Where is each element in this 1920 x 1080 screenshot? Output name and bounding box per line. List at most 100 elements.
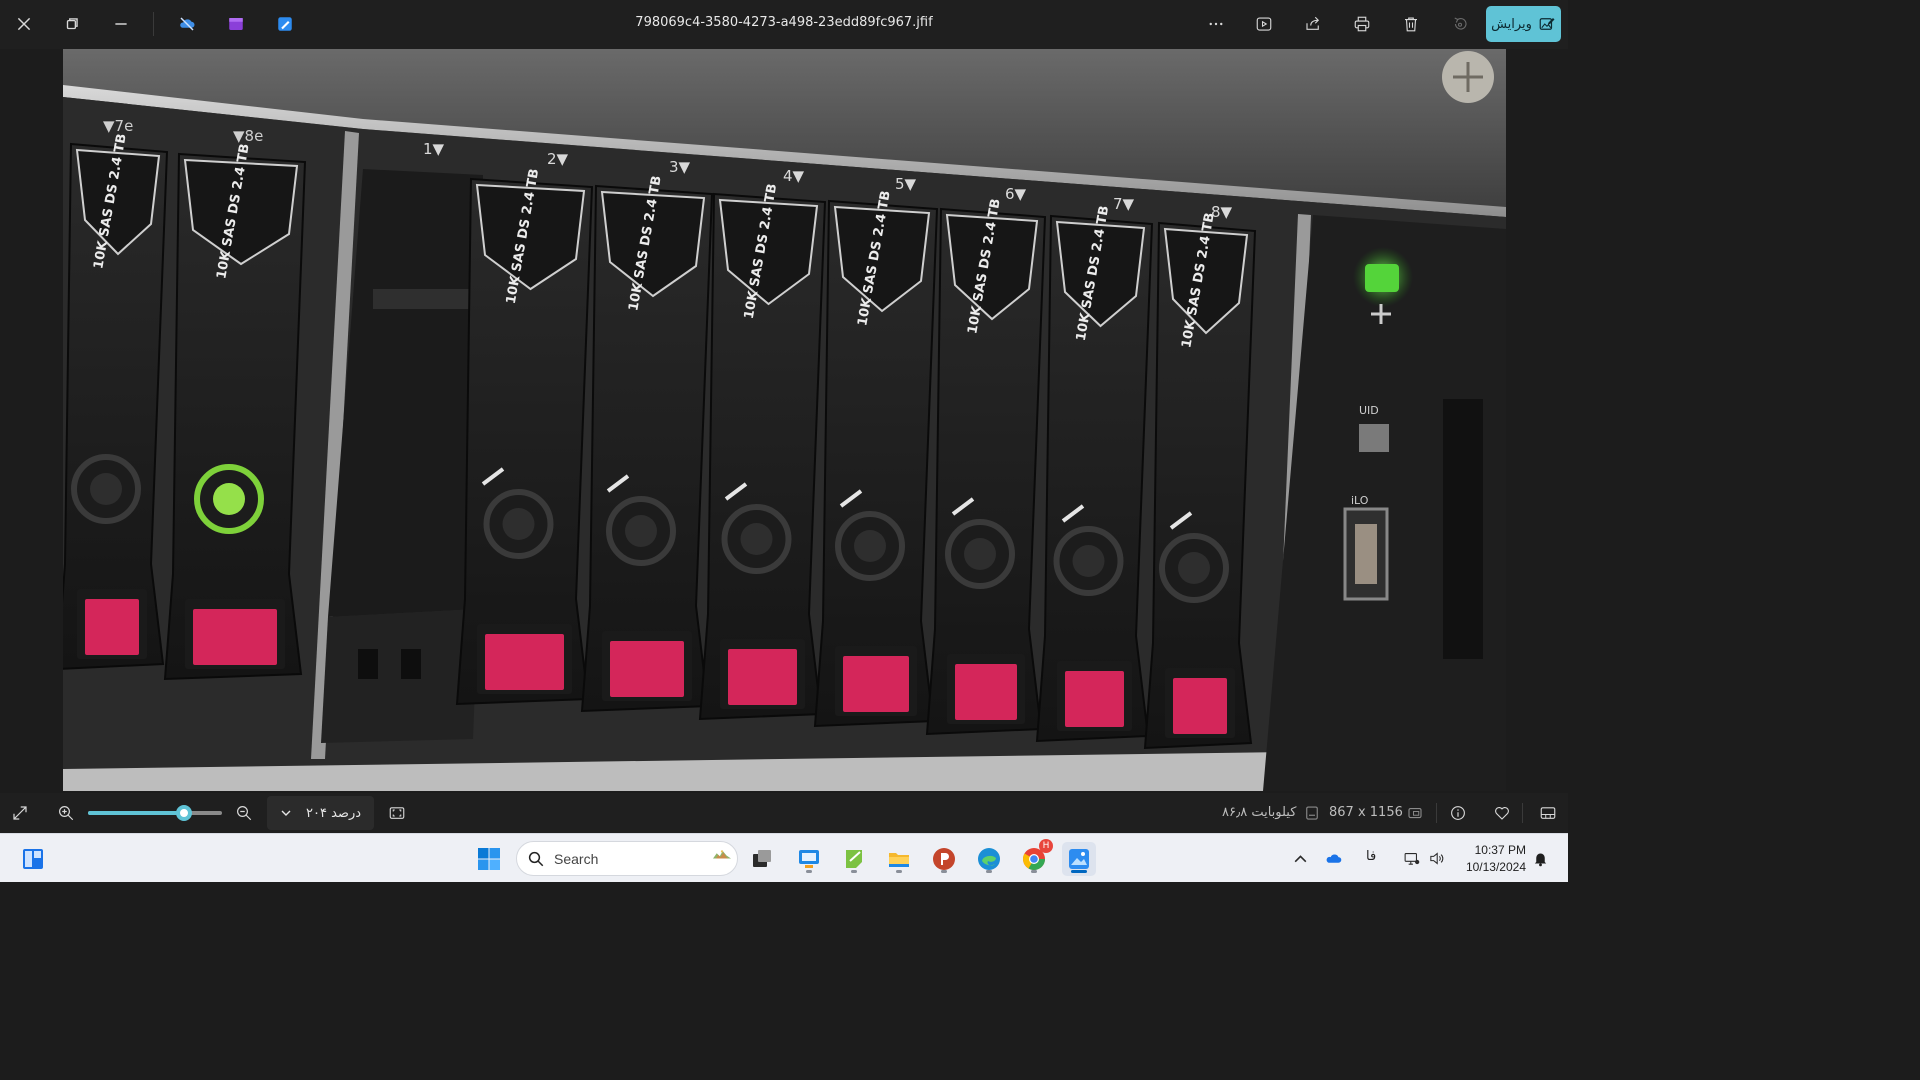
- chevron-down-icon: [281, 810, 291, 816]
- running-indicator: [941, 870, 947, 873]
- drive-release-button[interactable]: [85, 599, 139, 655]
- running-indicator: [986, 870, 992, 873]
- edge-browser-icon[interactable]: [972, 842, 1006, 876]
- bay-number-label: 1▼: [423, 140, 445, 158]
- zoom-level-dropdown[interactable]: ۲۰۴ درصد: [267, 796, 374, 830]
- edit-button-label: ویرایش: [1491, 16, 1532, 32]
- drive-release-button[interactable]: [193, 609, 277, 665]
- clock-date: 10/13/2024: [1465, 860, 1526, 874]
- minimize-icon[interactable]: [105, 8, 137, 40]
- uid-button: [1359, 424, 1389, 452]
- bay-number-label: 3▼: [669, 158, 691, 176]
- favorite-heart-icon[interactable]: [1490, 801, 1514, 825]
- edit-button[interactable]: ویرایش: [1486, 6, 1561, 42]
- zoom-slider-fill: [88, 811, 185, 815]
- ilo-label: iLO: [1351, 494, 1369, 507]
- drive-status-led: [1178, 552, 1210, 584]
- powerpoint-icon[interactable]: [927, 842, 961, 876]
- file-explorer-icon[interactable]: [882, 842, 916, 876]
- running-indicator: [896, 870, 902, 873]
- drive-caddy: 10K SAS DS 2.4 TB: [580, 175, 714, 713]
- running-indicator: [1031, 870, 1037, 873]
- search-highlight-illustration-icon: [713, 850, 731, 859]
- active-app-indicator: [1071, 870, 1087, 873]
- fit-to-window-icon[interactable]: [385, 801, 409, 825]
- drive-release-button[interactable]: [1173, 678, 1227, 734]
- drive-status-led: [964, 538, 996, 570]
- bottom-toolbar: ۲۰۴ درصد ۸۶٫۸ کیلوبایت 867 x 1156: [0, 793, 1568, 833]
- toolbar-separator: [1436, 803, 1437, 823]
- notification-bell-icon[interactable]: [1530, 848, 1550, 868]
- drive-status-led: [90, 473, 122, 505]
- search-icon: [528, 851, 544, 866]
- zoom-in-icon[interactable]: [54, 801, 78, 825]
- widgets-icon[interactable]: [16, 842, 50, 876]
- print-icon[interactable]: [1346, 8, 1378, 40]
- zoom-level-value: ۲۰۴ درصد: [305, 805, 362, 821]
- windows-taskbar: Search H فا 10:37 PM 10/13/2024: [0, 833, 1568, 882]
- drive-release-button[interactable]: [843, 656, 909, 712]
- bay-number-label: 2▼: [547, 150, 569, 168]
- search-placeholder: Search: [554, 850, 599, 867]
- start-windows-icon[interactable]: [472, 842, 506, 876]
- fullscreen-icon[interactable]: [8, 801, 32, 825]
- resolution-icon: [1403, 801, 1427, 825]
- photos-app-icon[interactable]: [1062, 842, 1096, 876]
- drive-status-led: [1072, 545, 1105, 577]
- drive-release-button[interactable]: [1065, 671, 1124, 727]
- chrome-profile-badge: H: [1039, 839, 1053, 853]
- drive-caddy: 10K SAS DS 2.4 TB: [1035, 205, 1154, 743]
- drive-release-button[interactable]: [955, 664, 1017, 720]
- clipchamp-icon[interactable]: [220, 8, 252, 40]
- slideshow-icon[interactable]: [1248, 8, 1280, 40]
- drive-release-button[interactable]: [485, 634, 564, 690]
- network-icon[interactable]: [1401, 848, 1421, 868]
- drive-caddy: 10K SAS DS 2.4 TB: [63, 133, 169, 670]
- running-indicator: [806, 870, 812, 873]
- photo-canvas[interactable]: 10K SAS DS 2.4 TB 10K SAS DS 2.4 TB 10K SA…: [63, 49, 1506, 791]
- bay-number-label: 4▼: [783, 167, 805, 185]
- image-dimensions: 867 x 1156: [1329, 805, 1403, 820]
- bay-number-label: 7▼: [1113, 195, 1135, 213]
- info-icon[interactable]: [1446, 801, 1470, 825]
- drive-status-led: [854, 530, 886, 562]
- bay-number-label: ▼7e: [103, 117, 133, 135]
- chevron-up-icon[interactable]: [1290, 848, 1310, 868]
- bay-number-label: 8▼: [1211, 203, 1233, 221]
- drive-status-led: [502, 508, 535, 540]
- remote-desktop-icon[interactable]: [792, 842, 826, 876]
- zoom-slider[interactable]: [88, 805, 222, 821]
- filmstrip-icon[interactable]: [1536, 801, 1560, 825]
- sticky-notes-icon[interactable]: [837, 842, 871, 876]
- system-clock[interactable]: 10:37 PM 10/13/2024: [1450, 842, 1526, 876]
- drive-caddy: 10K SAS DS 2.4 TB: [163, 143, 307, 681]
- taskbar-search-box[interactable]: Search: [516, 841, 738, 876]
- zoom-out-icon[interactable]: [232, 801, 256, 825]
- restore-icon[interactable]: [56, 8, 88, 40]
- delete-icon[interactable]: [1395, 8, 1427, 40]
- bay-number-label: 5▼: [895, 175, 917, 193]
- file-name: 798069c4-3580-4273-a498-23edd89fc967.jfi…: [635, 15, 933, 30]
- share-icon[interactable]: [1297, 8, 1329, 40]
- file-size: ۸۶٫۸ کیلوبایت: [1222, 805, 1297, 820]
- input-language-indicator[interactable]: فا: [1366, 849, 1376, 864]
- onedrive-tray-icon[interactable]: [1323, 848, 1343, 868]
- storage-icon: [1300, 801, 1324, 825]
- close-icon[interactable]: [8, 8, 40, 40]
- edit-image-icon: [1539, 18, 1555, 30]
- drive-release-button[interactable]: [610, 641, 684, 697]
- zoom-slider-thumb[interactable]: [176, 805, 193, 821]
- task-view-icon[interactable]: [745, 842, 779, 876]
- drive-caddy: 10K SAS DS 2.4 TB: [455, 168, 594, 706]
- more-icon[interactable]: [1200, 8, 1232, 40]
- drive-release-button[interactable]: [728, 649, 797, 705]
- drive-caddy: 10K SAS DS 2.4 TB: [698, 183, 827, 721]
- designer-icon[interactable]: [269, 8, 301, 40]
- drive-caddy: 10K SAS DS 2.4 TB: [813, 190, 939, 728]
- drive-status-led: [625, 515, 657, 547]
- rotate-icon[interactable]: [1444, 8, 1476, 40]
- volume-icon[interactable]: [1426, 848, 1446, 868]
- chrome-browser-icon[interactable]: H: [1017, 839, 1053, 876]
- onedrive-off-icon[interactable]: [171, 8, 203, 40]
- toolbar-separator: [1522, 803, 1523, 823]
